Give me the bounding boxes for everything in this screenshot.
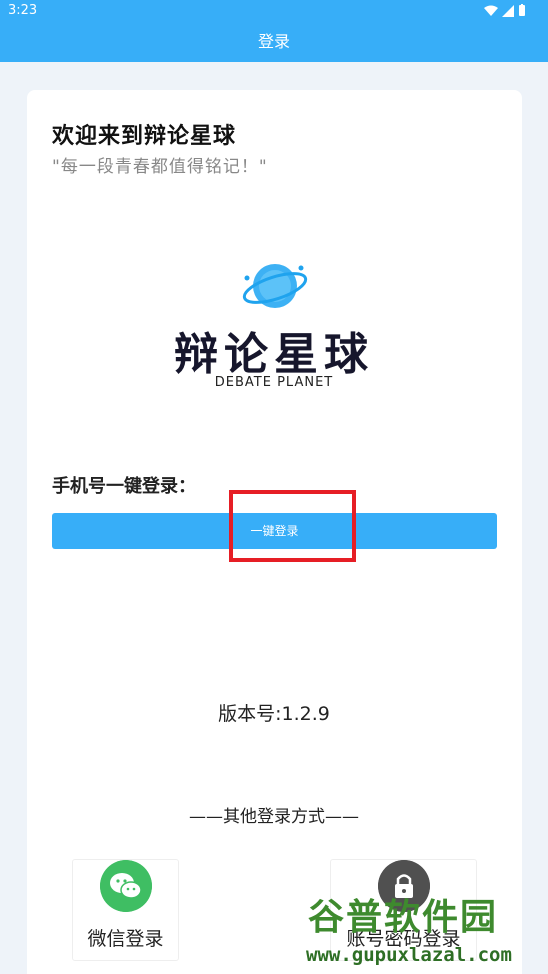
version-text: 版本号:1.2.9 — [218, 703, 330, 725]
page-title: 登录 — [257, 32, 290, 51]
logo-subtitle: DEBATE PLANET — [214, 375, 334, 390]
status-bar: 3:23 — [0, 0, 548, 22]
wechat-login-label: 微信登录 — [87, 928, 164, 950]
welcome-slogan: "每一段青春都值得铭记！" — [52, 157, 268, 177]
status-icons — [484, 4, 526, 17]
wechat-login-button[interactable]: 微信登录 — [72, 859, 179, 961]
watermark-url: www.gupuxlazal.com — [306, 944, 512, 966]
battery-icon — [519, 4, 525, 16]
logo-title: 辩论星球 — [174, 329, 374, 380]
wifi-icon — [484, 5, 498, 16]
watermark: 谷普软件园 www.gupuxlazal.com — [300, 886, 548, 974]
wechat-icon — [99, 860, 152, 912]
highlight-annotation — [229, 490, 356, 562]
status-time: 3:23 — [8, 3, 38, 18]
planet-logo-icon — [242, 264, 308, 308]
signal-icon — [502, 4, 514, 17]
other-login-divider: ——其他登录方式—— — [189, 807, 359, 827]
watermark-title: 谷普软件园 — [308, 897, 499, 938]
phone-login-label: 手机号一键登录： — [52, 476, 196, 497]
nav-bar: 登录 — [0, 22, 548, 62]
welcome-title: 欢迎来到辩论星球 — [52, 124, 237, 149]
